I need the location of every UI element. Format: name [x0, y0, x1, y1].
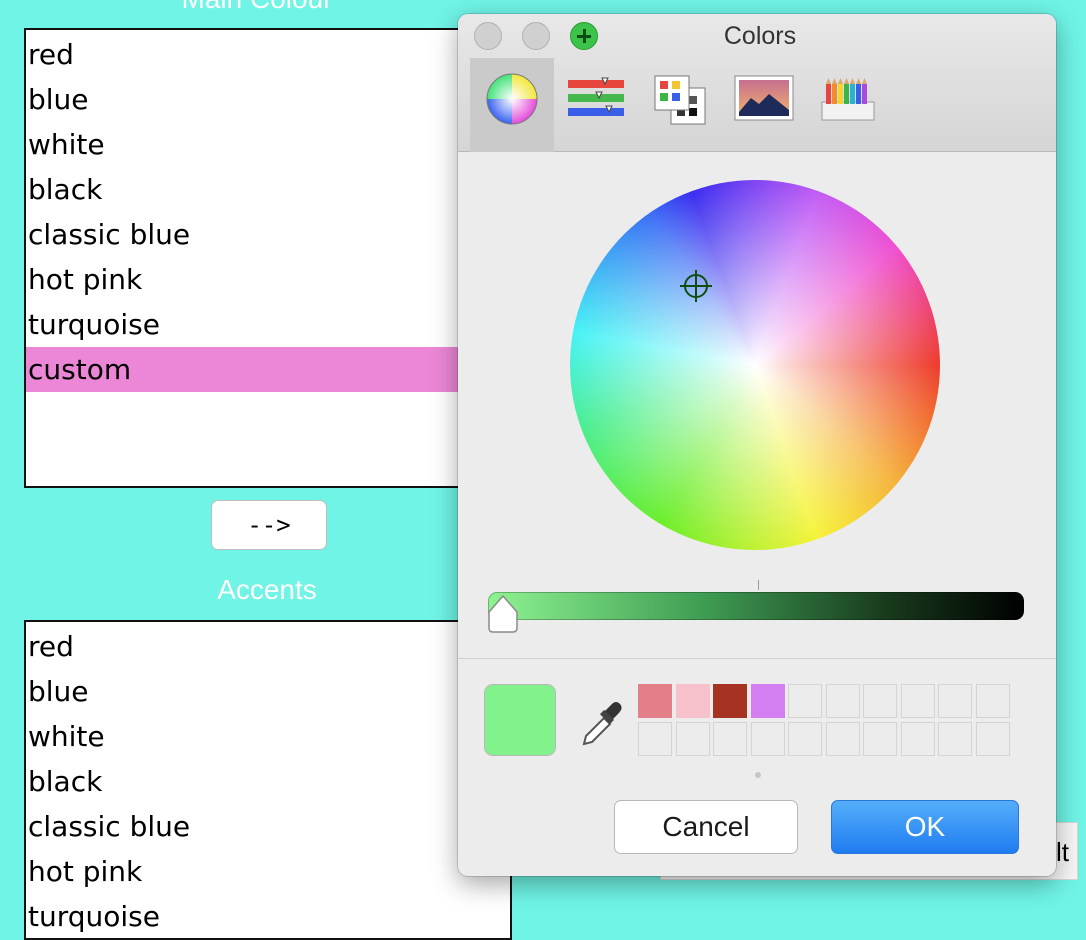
- color-wheel-icon: [486, 73, 538, 125]
- color-palettes-icon: [654, 75, 706, 125]
- color-swatch[interactable]: [750, 684, 785, 718]
- color-swatch[interactable]: [675, 684, 710, 718]
- current-color-well[interactable]: [484, 684, 556, 756]
- empty-swatch[interactable]: [788, 721, 822, 756]
- empty-swatch[interactable]: [975, 684, 1010, 718]
- color-sliders-icon: [568, 77, 624, 116]
- list-item[interactable]: turquoise: [26, 302, 488, 347]
- list-item[interactable]: classic blue: [26, 804, 510, 849]
- tab-color-palettes[interactable]: [638, 58, 722, 152]
- empty-swatch[interactable]: [900, 684, 935, 718]
- empty-swatch[interactable]: [863, 721, 897, 756]
- empty-swatch[interactable]: [825, 721, 860, 756]
- list-item[interactable]: black: [26, 167, 488, 212]
- color-wheel[interactable]: [570, 180, 940, 550]
- empty-swatch[interactable]: [938, 684, 972, 718]
- pencils-icon: [821, 78, 875, 121]
- brightness-slider[interactable]: [488, 592, 1024, 620]
- empty-swatch[interactable]: [675, 721, 710, 756]
- accents-list[interactable]: red blue white black classic blue hot pink tur…: [24, 620, 512, 940]
- empty-swatch[interactable]: [788, 684, 822, 718]
- empty-swatch[interactable]: [750, 721, 785, 756]
- empty-swatch[interactable]: [900, 721, 935, 756]
- color-swatch[interactable]: [713, 684, 747, 718]
- panel-title: Colors: [723, 22, 797, 50]
- list-item[interactable]: hot pink: [26, 257, 488, 302]
- empty-swatch[interactable]: [825, 684, 860, 718]
- crosshair-icon[interactable]: [676, 266, 716, 306]
- list-item[interactable]: custom: [26, 347, 488, 392]
- main-colour-title: Main Colour: [24, 0, 490, 15]
- tab-color-sliders[interactable]: [554, 58, 638, 152]
- list-item[interactable]: hot pink: [26, 849, 510, 894]
- tab-image-palettes[interactable]: [722, 58, 806, 152]
- tab-pencils[interactable]: [806, 58, 890, 152]
- main-colour-list[interactable]: red blue white black classic blue hot pink tur…: [24, 28, 490, 488]
- empty-swatch[interactable]: [863, 684, 897, 718]
- cancel-button[interactable]: Cancel: [614, 800, 798, 854]
- colors-panel: Colors Cancel OK: [458, 14, 1056, 876]
- empty-swatch[interactable]: [975, 721, 1010, 756]
- list-item[interactable]: white: [26, 122, 488, 167]
- accents-title: Accents: [217, 574, 317, 605]
- list-item[interactable]: turquoise: [26, 894, 510, 938]
- arrow-button[interactable]: -->: [211, 500, 327, 550]
- empty-swatch[interactable]: [938, 721, 972, 756]
- slider-knob[interactable]: [485, 594, 521, 634]
- color-swatch[interactable]: [638, 684, 672, 718]
- empty-swatch[interactable]: [638, 721, 672, 756]
- colors-toolbar: Colors: [458, 14, 1056, 152]
- panel-divider: [458, 658, 1056, 659]
- empty-swatch[interactable]: [713, 721, 747, 756]
- list-item[interactable]: blue: [26, 77, 488, 122]
- list-item[interactable]: red: [26, 32, 488, 77]
- list-item[interactable]: blue: [26, 669, 510, 714]
- list-item[interactable]: red: [26, 624, 510, 669]
- list-item[interactable]: classic blue: [26, 212, 488, 257]
- tab-color-wheel[interactable]: [470, 58, 554, 152]
- eyedropper-icon[interactable]: [578, 698, 622, 748]
- ok-button[interactable]: OK: [831, 800, 1019, 854]
- image-palettes-icon: [734, 75, 794, 121]
- slider-tick: [758, 580, 759, 590]
- list-item[interactable]: black: [26, 759, 510, 804]
- list-item[interactable]: white: [26, 714, 510, 759]
- swatch-page-indicator: [755, 772, 761, 778]
